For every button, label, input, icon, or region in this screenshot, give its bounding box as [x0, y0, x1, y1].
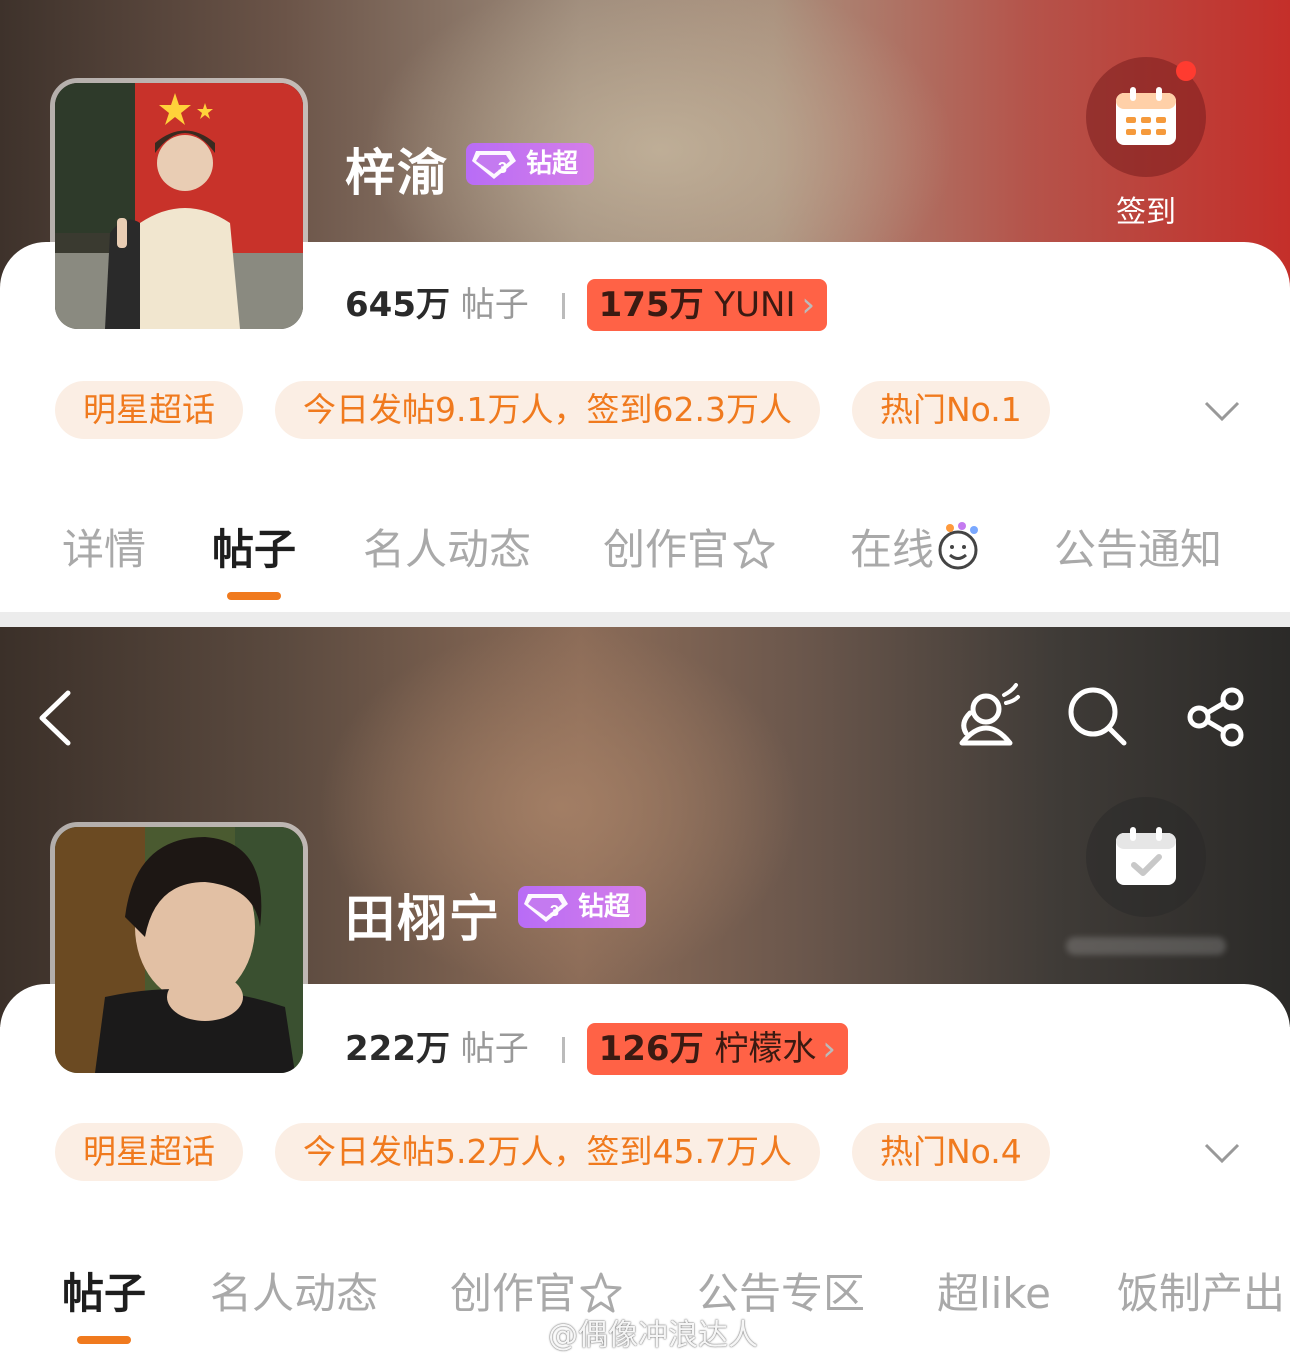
diamond-badge[interactable]: 3 钻超 [518, 886, 646, 928]
user-follow-icon[interactable] [956, 683, 1022, 747]
online-face-icon [938, 522, 979, 570]
creator-star-icon [733, 528, 775, 569]
chevron-down-icon[interactable] [1204, 400, 1240, 422]
active-tab-indicator [77, 1336, 131, 1344]
badge-label: 钻超 [526, 149, 579, 179]
avatar[interactable] [50, 822, 308, 1078]
chevron-down-icon[interactable] [1204, 1142, 1240, 1164]
avatar-photo [55, 83, 303, 329]
supertopic-header-ziyu: 梓渝 3 钻超 签到 645万 帖子 175万 YUNI › 明星超话 今日发帖… [0, 0, 1290, 612]
fans-label: 柠檬水 [714, 1029, 817, 1069]
badge-label: 钻超 [578, 892, 631, 922]
fans-link[interactable]: 175万 YUNI › [586, 275, 828, 335]
topic-stats: 222万 帖子 126万 柠檬水 › [345, 1019, 849, 1079]
tag-daily-activity[interactable]: 今日发帖9.1万人，签到62.3万人 [275, 381, 820, 439]
active-tab-indicator [227, 592, 281, 600]
tag-row: 明星超话 今日发帖5.2万人，签到45.7万人 热门No.4 [55, 1123, 1050, 1181]
watermark-text: @偶像冲浪达人 [548, 1318, 758, 1353]
tab-online[interactable]: 在线 [850, 520, 988, 580]
avatar-photo [55, 827, 303, 1073]
diamond-icon: 3 [524, 894, 568, 922]
checkin-label-blurred [1066, 937, 1226, 955]
diamond-badge[interactable]: 3 钻超 [466, 143, 594, 185]
tab-label: 在线 [850, 525, 935, 574]
tag-star-topic[interactable]: 明星超话 [55, 381, 243, 439]
posts-label: 帖子 [460, 1029, 529, 1069]
tab-fan-creations[interactable]: 饭制产出 [1117, 1264, 1285, 1324]
watermark: @偶像冲浪达人 [500, 1310, 758, 1354]
weibo-logo-icon [500, 1317, 542, 1350]
tab-celebrity-updates[interactable]: 名人动态 [210, 1264, 378, 1324]
topic-name: 梓渝 [345, 144, 449, 202]
checkin-button[interactable] [1066, 797, 1226, 955]
calendar-icon [1116, 87, 1176, 145]
avatar[interactable] [50, 78, 308, 334]
topic-stats: 645万 帖子 175万 YUNI › [345, 275, 827, 335]
fans-link[interactable]: 126万 柠檬水 › [586, 1019, 849, 1079]
calendar-check-icon [1116, 827, 1176, 885]
checkin-label: 签到 [1116, 195, 1176, 230]
tab-label: 公告通知 [1054, 525, 1223, 574]
fans-highlight: 126万 柠檬水 › [586, 1019, 849, 1079]
stat-separator [561, 293, 565, 319]
tab-celebrity-updates[interactable]: 名人动态 [363, 520, 531, 580]
chevron-right-icon: › [822, 1029, 837, 1069]
svg-text:3: 3 [498, 160, 507, 177]
posts-count: 645万 [345, 285, 450, 325]
stat-separator [561, 1037, 565, 1063]
tab-announcements[interactable]: 公告通知 [1054, 520, 1222, 580]
tab-label: 名人动态 [363, 525, 532, 574]
chevron-right-icon: › [801, 285, 816, 325]
fans-count: 175万 [598, 285, 704, 325]
posts-count: 222万 [345, 1029, 450, 1069]
back-arrow-icon[interactable] [36, 689, 76, 747]
fans-highlight: 175万 YUNI › [586, 275, 828, 335]
panel-divider [0, 612, 1290, 627]
fans-label: YUNI [714, 285, 796, 325]
tag-hot-rank[interactable]: 热门No.1 [851, 381, 1050, 439]
tab-label: 帖子 [62, 1269, 147, 1318]
tab-posts[interactable]: 帖子 [62, 1264, 147, 1344]
svg-text:3: 3 [550, 903, 559, 920]
search-icon[interactable] [1066, 685, 1128, 747]
tab-label: 详情 [62, 525, 147, 574]
tab-posts[interactable]: 帖子 [212, 520, 297, 600]
checkin-button[interactable]: 签到 [1086, 57, 1206, 230]
tag-star-topic[interactable]: 明星超话 [55, 1123, 243, 1181]
topic-name: 田栩宁 [345, 890, 501, 948]
tab-super-like[interactable]: 超like [937, 1264, 1051, 1324]
share-icon[interactable] [1186, 687, 1246, 747]
tag-hot-rank[interactable]: 热门No.4 [851, 1123, 1050, 1181]
tag-row: 明星超话 今日发帖9.1万人，签到62.3万人 热门No.1 [55, 381, 1050, 439]
tab-details[interactable]: 详情 [62, 520, 146, 580]
tab-label: 创作官 [603, 525, 730, 574]
tab-label: 超like [937, 1269, 1052, 1318]
tab-creator[interactable]: 创作官 [603, 520, 777, 580]
fans-count: 126万 [598, 1029, 704, 1069]
tab-label: 名人动态 [210, 1269, 379, 1318]
posts-label: 帖子 [460, 285, 529, 325]
diamond-icon: 3 [472, 151, 516, 179]
tab-label: 帖子 [212, 525, 297, 574]
tag-daily-activity[interactable]: 今日发帖5.2万人，签到45.7万人 [275, 1123, 820, 1181]
tab-label: 饭制产出 [1117, 1269, 1286, 1318]
notification-dot [1176, 61, 1196, 81]
supertopic-header-tianxuning: 田栩宁 3 钻超 222万 帖子 126万 柠檬水 › 明星超话 今日发帖5.2万… [0, 627, 1290, 1363]
